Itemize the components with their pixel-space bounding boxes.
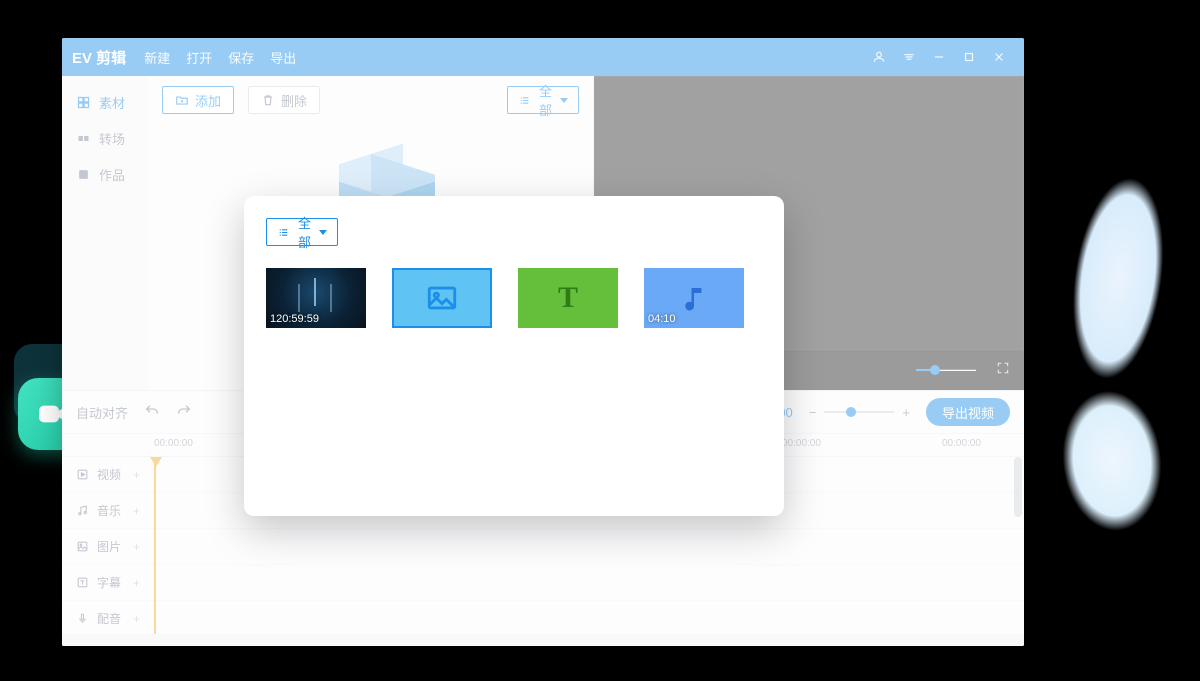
maximize-icon [962, 50, 976, 64]
decorative-feather [1051, 133, 1200, 427]
vertical-scrollbar[interactable] [1014, 457, 1022, 517]
user-button[interactable] [864, 42, 894, 72]
music-icon [76, 504, 89, 517]
thumbnail-audio[interactable]: 04:10 [644, 268, 744, 328]
audio-duration: 04:10 [648, 313, 676, 325]
list-icon [518, 94, 531, 107]
transition-icon [76, 131, 91, 146]
add-track-icon[interactable]: + [133, 576, 140, 590]
thumbnail-video[interactable]: 120:59:59 [266, 268, 366, 328]
menu-export[interactable]: 导出 [270, 48, 296, 67]
export-button-label: 导出视频 [942, 403, 994, 422]
grid-icon [76, 95, 91, 110]
decorative-feather [1040, 363, 1200, 577]
music-note-icon [679, 283, 709, 313]
asset-filter-popup: 全部 120:59:59 T 04:10 [244, 196, 784, 516]
add-button[interactable]: 添加 [162, 86, 234, 114]
thumbnail-image[interactable] [392, 268, 492, 328]
folder-plus-icon [175, 93, 189, 107]
track-label: 字幕 [97, 574, 121, 591]
horizontal-scrollbar[interactable] [62, 634, 1024, 646]
fullscreen-icon [996, 361, 1010, 375]
track-label: 图片 [97, 538, 121, 555]
ruler-tick: 00:00:00 [154, 438, 193, 449]
mic-icon [76, 612, 89, 625]
text-icon [76, 576, 89, 589]
asset-toolbar: 添加 删除 全部 [148, 76, 593, 124]
undo-button[interactable] [144, 403, 160, 422]
chevron-down-icon [560, 98, 568, 103]
minimize-button[interactable] [924, 42, 954, 72]
playhead[interactable] [154, 457, 156, 634]
track-subtitle[interactable]: 字幕 + [62, 565, 1024, 601]
menu-save[interactable]: 保存 [228, 48, 254, 67]
add-track-icon[interactable]: + [133, 468, 140, 482]
close-icon [992, 50, 1006, 64]
app-logo: EV 剪辑 [72, 47, 126, 68]
minimize-icon [932, 50, 946, 64]
sidebar-item-label: 作品 [99, 165, 125, 184]
track-label: 配音 [97, 610, 121, 627]
sidebar-item-transitions[interactable]: 转场 [62, 120, 148, 156]
redo-button[interactable] [176, 403, 192, 422]
volume-slider[interactable] [916, 369, 976, 371]
delete-button[interactable]: 删除 [248, 86, 320, 114]
maximize-button[interactable] [954, 42, 984, 72]
chevron-down-icon [319, 230, 327, 235]
menu-new[interactable]: 新建 [144, 48, 170, 67]
video-duration: 120:59:59 [270, 313, 319, 325]
add-button-label: 添加 [195, 91, 221, 110]
zoom-slider[interactable]: − + [809, 405, 910, 420]
sidebar-item-label: 转场 [99, 129, 125, 148]
ruler-tick: 00:00:00 [942, 438, 981, 449]
export-button[interactable]: 导出视频 [926, 398, 1010, 426]
fullscreen-button[interactable] [996, 361, 1010, 380]
track-image[interactable]: 图片 + [62, 529, 1024, 565]
image-icon [425, 281, 459, 315]
undo-icon [144, 403, 160, 419]
zoom-out-button[interactable]: − [809, 405, 817, 420]
filter-dropdown[interactable]: 全部 [507, 86, 579, 114]
close-button[interactable] [984, 42, 1014, 72]
sidebar-item-works[interactable]: 作品 [62, 156, 148, 192]
image-icon [76, 540, 89, 553]
redo-icon [176, 403, 192, 419]
user-icon [872, 50, 886, 64]
asset-thumbnails: 120:59:59 T 04:10 [266, 268, 762, 328]
play-icon [76, 468, 89, 481]
sidebar: 素材 转场 作品 [62, 76, 148, 390]
titlebar: EV 剪辑 新建 打开 保存 导出 [62, 38, 1024, 76]
works-icon [76, 167, 91, 182]
add-track-icon[interactable]: + [133, 504, 140, 518]
auto-align-toggle[interactable]: 自动对齐 [76, 403, 128, 422]
zoom-in-button[interactable]: + [902, 405, 910, 420]
sidebar-item-assets[interactable]: 素材 [62, 84, 148, 120]
thumbnail-text[interactable]: T [518, 268, 618, 328]
stack-icon [902, 50, 916, 64]
popup-filter-label: 全部 [298, 213, 311, 251]
add-track-icon[interactable]: + [133, 612, 140, 626]
ruler-tick: 00:00:00 [782, 438, 821, 449]
sidebar-item-label: 素材 [99, 93, 125, 112]
popup-filter-dropdown[interactable]: 全部 [266, 218, 338, 246]
trash-icon [261, 93, 275, 107]
theme-button[interactable] [894, 42, 924, 72]
track-voice[interactable]: 配音 + [62, 601, 1024, 634]
track-label: 视频 [97, 466, 121, 483]
track-label: 音乐 [97, 502, 121, 519]
list-icon [277, 226, 290, 239]
menu-open[interactable]: 打开 [186, 48, 212, 67]
delete-button-label: 删除 [281, 91, 307, 110]
add-track-icon[interactable]: + [133, 540, 140, 554]
text-glyph-icon: T [558, 281, 578, 315]
filter-label: 全部 [539, 81, 552, 119]
